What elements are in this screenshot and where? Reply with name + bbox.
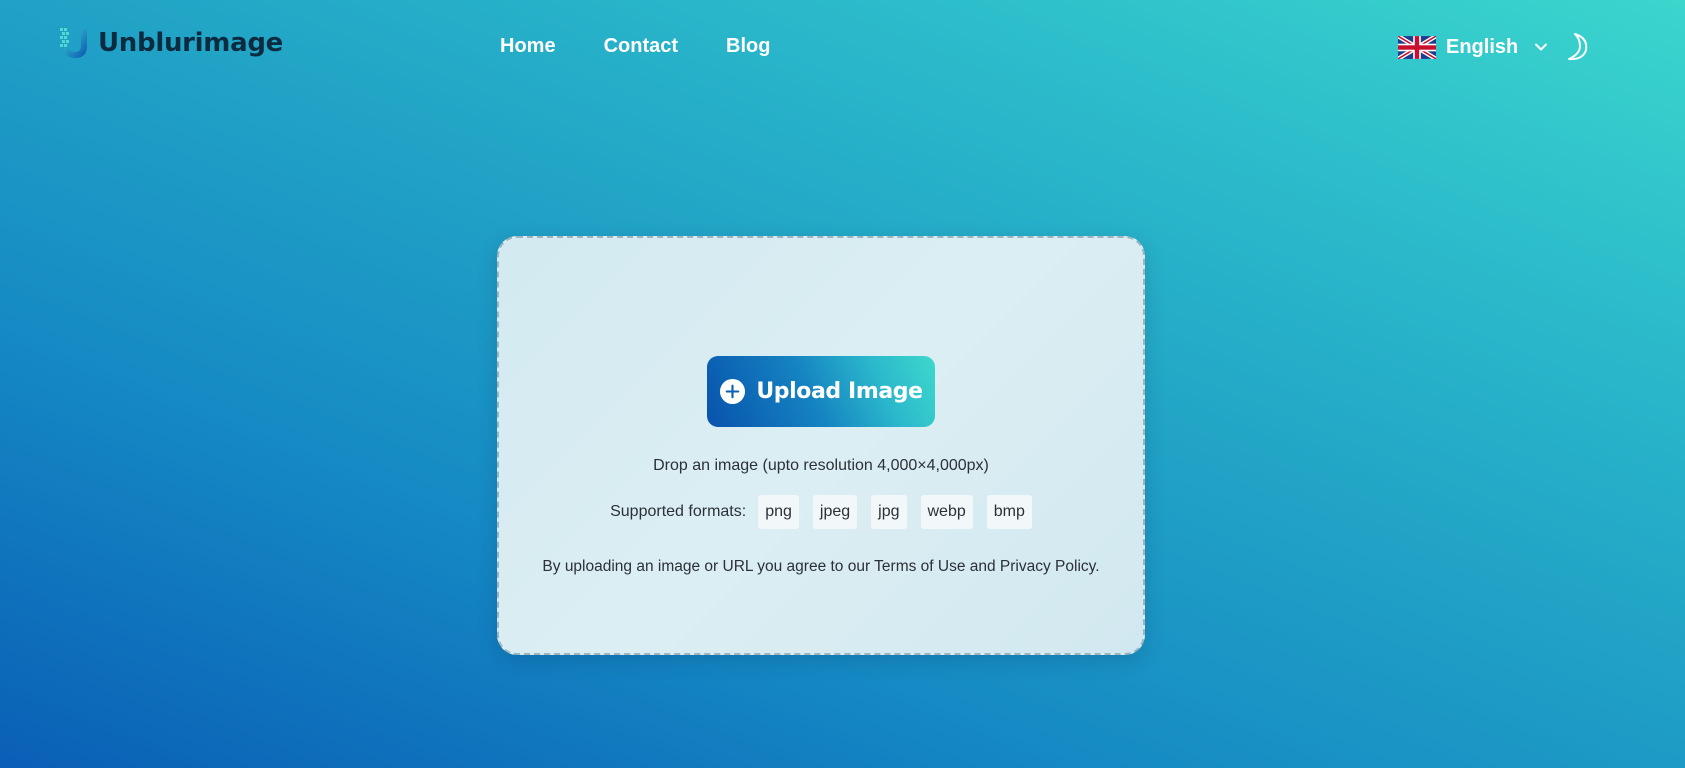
site-header: Unblurimage Home Contact Blog English — [0, 0, 1685, 92]
format-badge-jpg: jpg — [871, 495, 907, 529]
nav-blog[interactable]: Blog — [726, 33, 770, 59]
language-label: English — [1446, 36, 1519, 58]
uk-flag-icon — [1398, 35, 1436, 59]
format-badge-png: png — [758, 495, 799, 529]
main-nav: Home Contact Blog — [500, 33, 818, 59]
upload-image-button[interactable]: Upload Image — [707, 356, 935, 427]
nav-contact[interactable]: Contact — [604, 33, 678, 59]
language-selector[interactable]: English — [1398, 33, 1548, 61]
supported-formats: Supported formats: png jpeg jpg webp bmp — [499, 495, 1143, 529]
upload-button-label: Upload Image — [756, 379, 923, 404]
terms-notice: By uploading an image or URL you agree t… — [542, 558, 1100, 575]
chevron-down-icon — [1535, 43, 1548, 51]
plus-circle-icon — [720, 378, 746, 405]
logo-link[interactable]: Unblurimage — [59, 27, 283, 59]
u-pixel-logo-icon — [60, 28, 87, 58]
moon-icon[interactable] — [1566, 32, 1592, 62]
drop-instructions: Drop an image (upto resolution 4,000×4,0… — [653, 457, 989, 474]
brand-name: Unblurimage — [98, 28, 283, 58]
format-badge-bmp: bmp — [986, 495, 1032, 529]
upload-dropzone[interactable]: Upload Image Drop an image (upto resolut… — [497, 236, 1145, 655]
format-badge-jpeg: jpeg — [812, 495, 858, 529]
nav-home[interactable]: Home — [500, 33, 556, 59]
formats-label: Supported formats: — [610, 503, 747, 520]
format-badge-webp: webp — [920, 495, 973, 529]
